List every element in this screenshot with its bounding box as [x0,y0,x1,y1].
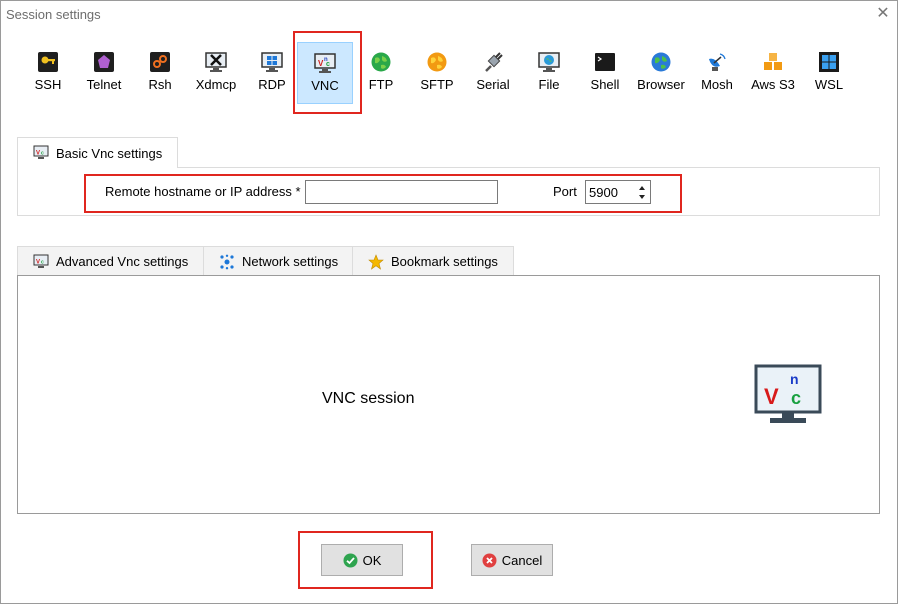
protocol-label: Telnet [86,77,122,92]
protocol-label: WSL [814,77,844,92]
svg-text:V: V [36,151,40,157]
protocol-label: SSH [34,77,62,92]
cancel-circle-icon [482,553,497,567]
file-monitor-icon [538,52,560,72]
aws-cubes-icon [764,53,782,70]
cancel-label: Cancel [501,552,543,568]
protocol-file[interactable]: File [521,42,577,104]
satellite-dish-icon [709,53,726,71]
tab-basic-vnc-settings[interactable]: Vc Basic Vnc settings [17,137,179,168]
protocol-label: Xdmcp [195,77,237,92]
protocol-mosh[interactable]: Mosh [689,42,745,104]
protocol-rsh[interactable]: Rsh [132,42,188,104]
tab-label: Basic Vnc settings [56,145,163,161]
protocol-aws-s3[interactable]: Aws S3 [745,42,801,104]
tab-label: Bookmark settings [391,254,498,269]
protocol-label: Serial [476,77,510,92]
remote-host-label: Remote hostname or IP address * [105,184,301,199]
shell-terminal-icon [595,53,615,71]
svg-text:c: c [791,388,801,408]
vnc-icon: Vc [33,145,49,159]
telnet-icon [94,52,114,72]
svg-text:V: V [764,384,779,409]
svg-text:V: V [36,259,40,265]
protocol-label: Mosh [701,77,733,92]
advanced-settings-panel [17,275,880,514]
svg-text:c: c [41,259,44,265]
protocol-ssh[interactable]: SSH [20,42,76,104]
windows-logo-icon [819,52,839,72]
ok-button[interactable]: OK [321,544,403,576]
protocol-xdmcp[interactable]: Xdmcp [188,42,244,104]
port-stepper[interactable]: 5900 [585,180,651,204]
vnc-logo-icon: V n c [754,364,822,423]
protocol-label: File [538,77,560,92]
protocol-toolbar: SSH Telnet Rsh Xdmcp RDP Vnc VNC FTP SFT… [20,42,860,104]
dialog-title: Session settings [6,7,101,22]
browser-globe-icon [651,52,671,72]
protocol-label: Shell [590,77,620,92]
protocol-shell[interactable]: Shell [577,42,633,104]
protocol-rdp[interactable]: RDP [244,42,300,104]
vnc-highlight-box [293,31,362,114]
tab-label: Network settings [242,254,339,269]
rdp-icon [261,52,283,72]
network-icon [220,254,234,269]
protocol-label: Aws S3 [751,77,795,92]
ftp-globe-icon [371,52,391,72]
vnc-icon: Vc [33,254,49,268]
tab-advanced-vnc-settings[interactable]: Vc Advanced Vnc settings [17,246,205,276]
ok-label: OK [362,552,382,568]
port-label: Port [553,184,577,199]
session-type-label: VNC session [322,390,415,407]
title-bar: Session settings ✕ [1,1,897,27]
protocol-label: SFTP [420,77,454,92]
close-icon[interactable]: ✕ [873,4,893,24]
protocol-telnet[interactable]: Telnet [76,42,132,104]
protocol-label: Browser [637,77,685,92]
protocol-sftp[interactable]: SFTP [409,42,465,104]
rsh-icon [150,52,170,72]
protocol-label: RDP [258,77,286,92]
tab-network-settings[interactable]: Network settings [203,246,355,276]
svg-text:c: c [41,151,44,157]
protocol-wsl[interactable]: WSL [801,42,857,104]
remote-host-input[interactable] [305,180,498,204]
serial-plug-icon [485,52,503,72]
cancel-button[interactable]: Cancel [471,544,553,576]
protocol-browser[interactable]: Browser [633,42,689,104]
key-icon [38,52,58,72]
port-value[interactable]: 5900 [589,185,618,200]
tab-bookmark-settings[interactable]: Bookmark settings [352,246,514,276]
xdmcp-icon [205,52,227,72]
protocol-label: Rsh [148,77,172,92]
star-icon [368,253,384,270]
svg-text:n: n [790,371,799,387]
protocol-serial[interactable]: Serial [465,42,521,104]
spin-down-icon[interactable] [636,192,648,202]
tab-label: Advanced Vnc settings [56,254,189,269]
check-circle-icon [343,553,358,567]
sftp-globe-icon [427,52,447,72]
